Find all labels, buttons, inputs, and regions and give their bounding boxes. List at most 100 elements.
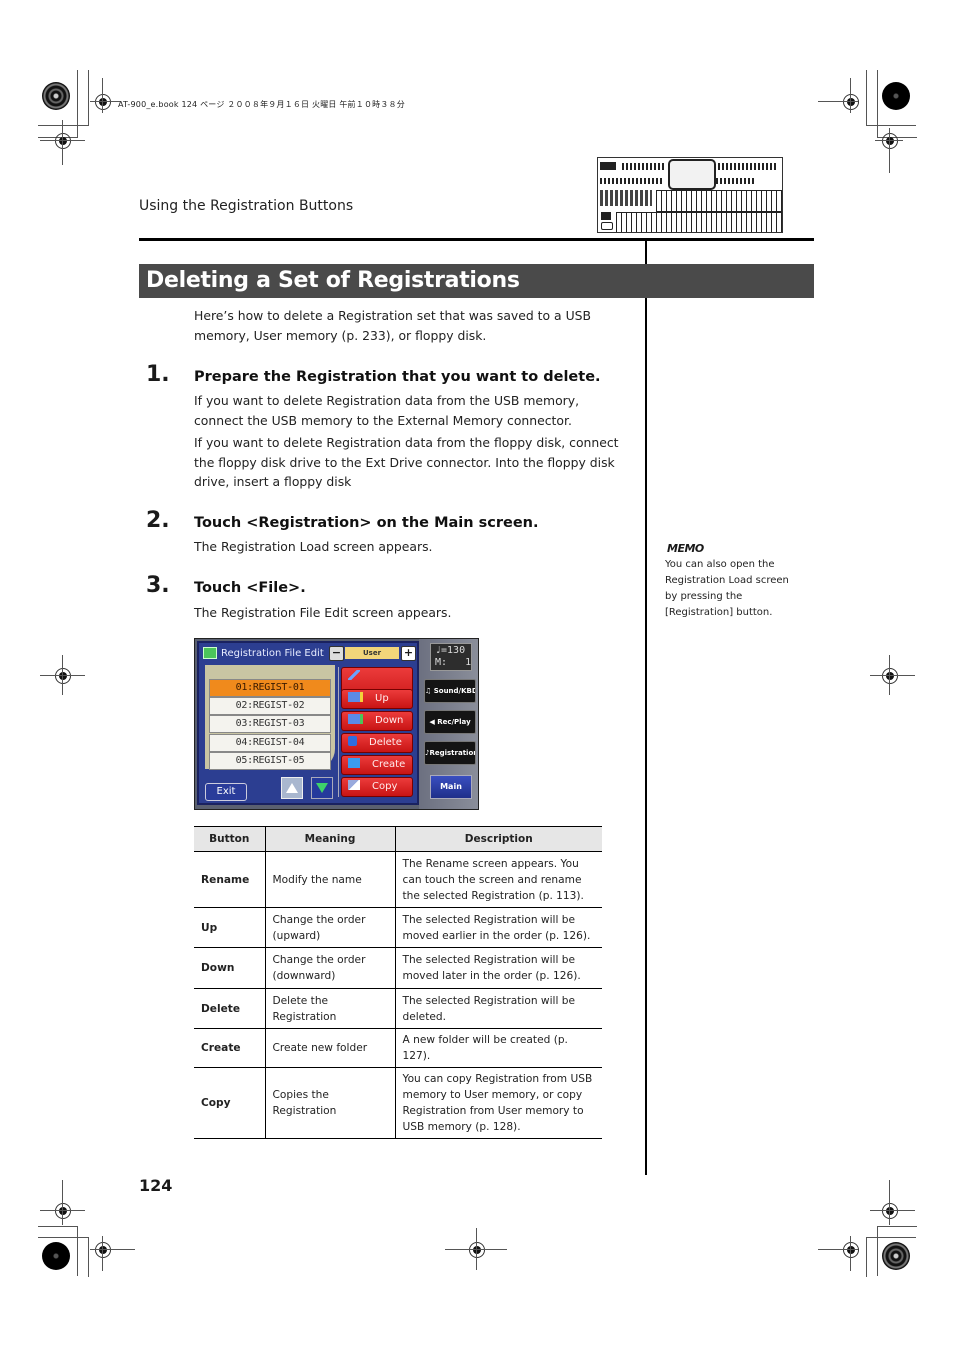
crosshair-icon — [882, 1203, 898, 1219]
memory-plus-button[interactable]: + — [401, 646, 416, 661]
cell-meaning: Delete the Registration — [264, 988, 395, 1029]
exit-button[interactable]: Exit — [205, 783, 247, 801]
file-list-item[interactable]: 05:REGIST-05 — [209, 752, 331, 770]
crosshair-icon — [55, 133, 71, 149]
book-icon — [203, 647, 217, 659]
screen-title: Registration File Edit — [221, 648, 324, 659]
scroll-up-button[interactable] — [281, 777, 303, 799]
step-paragraph: The Registration File Edit screen appear… — [194, 605, 452, 620]
crosshair-icon — [882, 133, 898, 149]
column-header: Description — [394, 826, 602, 852]
upper-keyboard — [656, 190, 782, 212]
trash-icon — [348, 736, 357, 746]
file-list-item[interactable]: 01:REGIST-01 — [209, 679, 331, 697]
delete-button[interactable]: Delete — [341, 733, 413, 753]
step-number: 1. — [146, 362, 170, 387]
section-header: Using the Registration Buttons — [139, 198, 354, 214]
file-list-item[interactable]: 03:REGIST-03 — [209, 715, 331, 733]
cell-meaning: Create new folder — [264, 1028, 395, 1068]
intro-paragraph: Here’s how to delete a Registration set … — [194, 308, 592, 343]
cell-button: Delete — [194, 988, 265, 1029]
column-header: Meaning — [264, 826, 395, 852]
cell-meaning: Copies the Registration — [264, 1067, 395, 1139]
scroll-down-button[interactable] — [311, 777, 333, 799]
margin-rule — [645, 238, 647, 1175]
cell-meaning: Modify the name — [264, 851, 395, 908]
down-button[interactable]: Down — [341, 711, 413, 731]
step-number: 2. — [146, 508, 170, 533]
memory-minus-button[interactable]: − — [329, 646, 344, 661]
memory-selector[interactable]: User — [345, 647, 399, 659]
crosshair-icon — [843, 1242, 859, 1258]
folder-icon — [348, 758, 360, 768]
crosshair-icon — [55, 1203, 71, 1219]
rec-play-button[interactable]: ◀ Rec/Play — [424, 710, 476, 734]
music-note-icon: ♫ — [425, 687, 434, 695]
registration-file-edit-screen: Registration File Edit − User + 01:REGIS… — [194, 638, 479, 810]
pencil-icon — [348, 670, 360, 680]
registration-target-icon — [42, 82, 70, 110]
measure-value: M: 1 — [435, 657, 472, 668]
copy-button[interactable]: Copy — [341, 777, 413, 797]
sound-kbd-button[interactable]: ♫ Sound/KBD — [424, 679, 476, 703]
crosshair-icon — [882, 668, 898, 684]
cell-button: Rename — [194, 851, 265, 908]
create-button[interactable]: Create — [341, 755, 413, 775]
cell-description: The selected Registration will be delete… — [394, 988, 602, 1029]
table-header-row: Button Meaning Description — [194, 826, 602, 852]
cell-button: Up — [194, 907, 265, 948]
column-header: Button — [194, 826, 265, 852]
cell-button: Down — [194, 947, 265, 989]
step-number: 3. — [146, 573, 170, 598]
cell-description: The selected Registration will be moved … — [394, 947, 602, 989]
file-list-item[interactable]: 02:REGIST-02 — [209, 697, 331, 715]
move-up-icon — [348, 692, 363, 702]
step-paragraph: If you want to delete Registration data … — [194, 393, 580, 428]
copy-icon — [348, 780, 360, 790]
registration-button[interactable]: ♪Registration — [424, 741, 476, 765]
crosshair-icon — [95, 94, 111, 110]
file-list-item[interactable]: 04:REGIST-04 — [209, 734, 331, 752]
move-down-icon — [348, 714, 363, 724]
table-row: Up Change the order (upward) The selecte… — [194, 907, 602, 948]
page-title: Deleting a Set of Registrations — [139, 264, 814, 298]
step-title: Touch <Registration> on the Main screen. — [194, 515, 539, 531]
memo-text: You can also open the Registration Load … — [665, 559, 789, 618]
crosshair-icon — [95, 1242, 111, 1258]
registration-target-icon — [882, 1242, 910, 1270]
page-title-text: Deleting a Set of Registrations — [146, 268, 520, 293]
triangle-up-icon — [286, 783, 298, 793]
button-description-table: Button Meaning Description Rename Modify… — [194, 826, 602, 1139]
step-title: Prepare the Registration that you want t… — [194, 369, 601, 385]
cell-meaning: Change the order (downward) — [264, 947, 395, 989]
memo-icon: MEMO — [667, 542, 704, 555]
main-button[interactable]: Main — [430, 775, 472, 799]
registration-target-icon — [42, 1242, 70, 1270]
step-title: Touch <File>. — [194, 580, 306, 596]
triangle-down-icon — [316, 783, 328, 793]
cell-description: The selected Registration will be moved … — [394, 907, 602, 948]
crosshair-icon — [843, 94, 859, 110]
crosshair-icon — [469, 1242, 485, 1258]
table-row: Create Create new folder A new folder wi… — [194, 1028, 602, 1068]
print-slug: AT-900_e.book 124 ページ ２００８年９月１６日 火曜日 午前１… — [118, 100, 405, 109]
cell-button: Copy — [194, 1067, 265, 1139]
cell-button: Create — [194, 1028, 265, 1068]
crosshair-icon — [55, 668, 71, 684]
table-row: Copy Copies the Registration You can cop… — [194, 1067, 602, 1139]
organ-illustration — [597, 157, 783, 233]
file-edit-panel: Registration File Edit − User + 01:REGIS… — [197, 641, 419, 805]
tempo-value: ♩=130 — [435, 645, 466, 656]
page-number: 124 — [139, 1176, 173, 1195]
divider — [338, 667, 339, 797]
step-paragraph: The Registration Load screen appears. — [194, 539, 433, 554]
speaker-icon: ◀ — [429, 718, 438, 726]
table-row: Delete Delete the Registration The selec… — [194, 988, 602, 1029]
lower-keyboard — [616, 212, 782, 232]
tempo-display: ♩=130 M: 1 — [430, 643, 472, 671]
step-paragraph: If you want to delete Registration data … — [194, 435, 619, 489]
cell-description: The Rename screen appears. You can touch… — [394, 851, 602, 908]
cell-description: You can copy Registration from USB memor… — [394, 1067, 602, 1139]
cell-meaning: Change the order (upward) — [264, 907, 395, 948]
up-button[interactable]: Up — [341, 689, 413, 709]
